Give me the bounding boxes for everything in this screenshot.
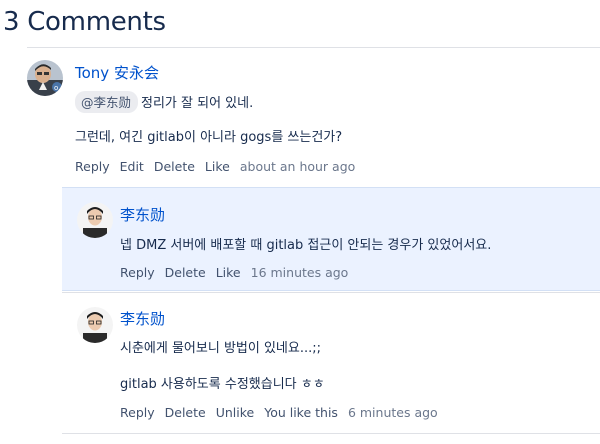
comment-thread-item: o Tony 安永会 @李东勋 정리가 잘 되어 있네. 그런데, 여긴 gitl… [0,48,600,186]
avatar[interactable] [77,202,113,238]
avatar[interactable] [77,307,113,343]
reply-divider [62,433,600,434]
comment-actions: Reply Delete Like 16 minutes ago [120,265,358,280]
comment-actions: Reply Delete Unlike You like this 6 minu… [120,405,448,420]
comment-author-link[interactable]: 李东勋 [120,204,165,225]
comment-author-link[interactable]: Tony 安永会 [75,62,159,83]
reply-link[interactable]: Reply [120,405,155,420]
comment-text-line: gitlab 사용하도록 수정했습니다 ㅎㅎ [120,377,325,392]
page-title: 3 Comments [3,7,166,37]
comment-text-line: 시춘에게 물어보니 방법이 있네요...;; [120,341,321,356]
reply-link[interactable]: Reply [120,265,155,280]
comment-text-line: 그런데, 여긴 gitlab이 아니라 gogs를 쓰는건가? [75,130,343,145]
edit-link[interactable]: Edit [120,159,144,174]
delete-link[interactable]: Delete [165,405,206,420]
delete-link[interactable]: Delete [154,159,195,174]
like-link[interactable]: Like [205,159,230,174]
delete-link[interactable]: Delete [165,265,206,280]
liked-by-link[interactable]: You like this [264,405,338,420]
comment-actions: Reply Edit Delete Like about an hour ago [75,159,365,174]
comment-text: 정리가 잘 되어 있네. [141,96,254,111]
unlike-link[interactable]: Unlike [216,405,255,420]
comment-timestamp[interactable]: about an hour ago [240,159,355,174]
comment-reply-item: 李东勋 시춘에게 물어보니 방법이 있네요...;; gitlab 사용하도록 … [62,293,600,433]
user-mention[interactable]: @李东勋 [75,91,139,113]
comment-author-link[interactable]: 李东勋 [120,308,165,329]
comment-timestamp[interactable]: 16 minutes ago [251,265,349,280]
comment-timestamp[interactable]: 6 minutes ago [348,405,438,420]
comment-text-line: @李东勋 정리가 잘 되어 있네. [75,91,253,113]
comment-text-line: 넵 DMZ 서버에 배포할 때 gitlab 접근이 안되는 경우가 있었어서요… [120,238,492,253]
comment-reply-item: 李东勋 넵 DMZ 서버에 배포할 때 gitlab 접근이 안되는 경우가 있… [62,187,600,291]
reply-link[interactable]: Reply [75,159,110,174]
like-link[interactable]: Like [216,265,241,280]
avatar[interactable]: o [27,60,63,96]
svg-text:o: o [54,84,58,92]
